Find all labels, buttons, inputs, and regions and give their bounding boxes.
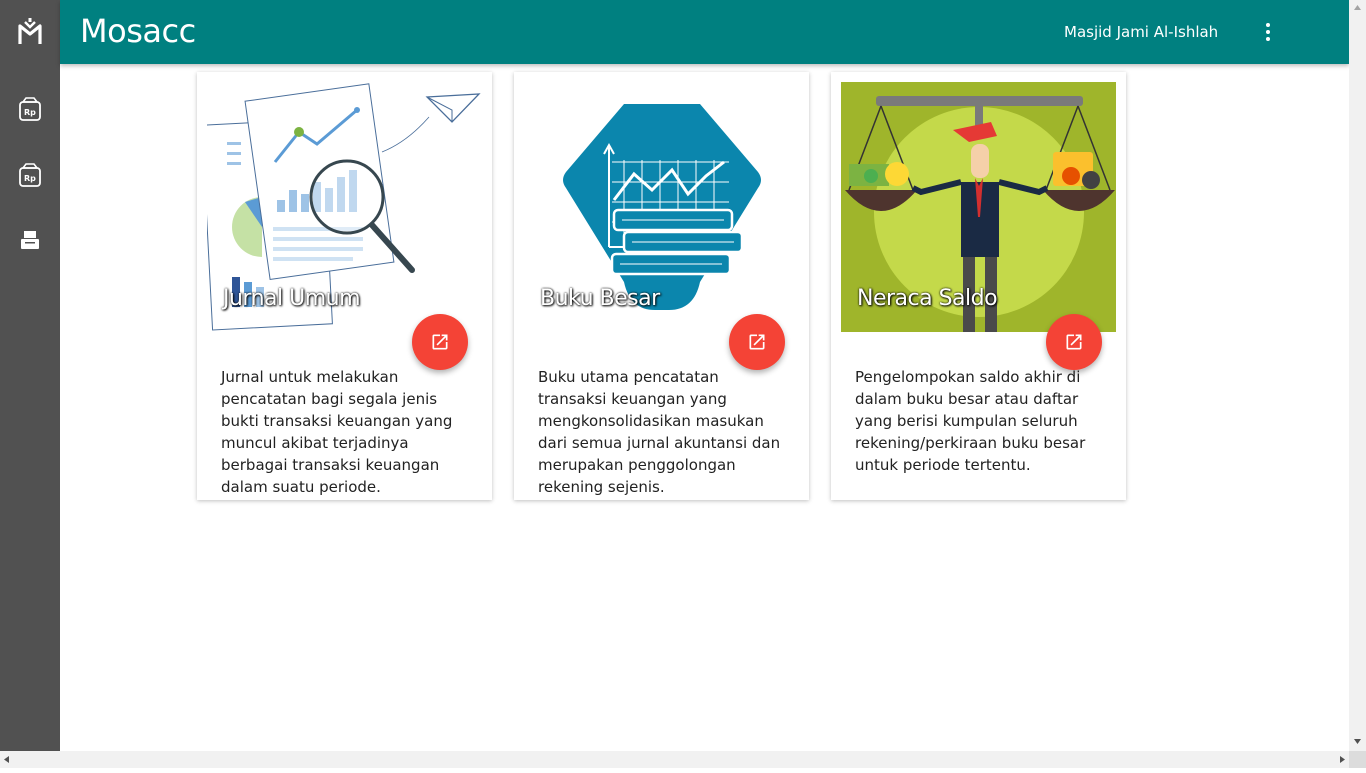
card-description: Buku utama pencatatan transaksi keuangan… [538, 368, 781, 496]
open-in-new-icon[interactable] [1046, 314, 1102, 370]
bag-money-icon[interactable]: Rp [16, 95, 44, 123]
svg-text:Rp: Rp [24, 108, 36, 117]
app-title: Mosacc [80, 12, 196, 50]
organization-name[interactable]: Masjid Jami Al-Ishlah [1064, 23, 1218, 41]
card-jurnal-umum: Jurnal Umum Jurnal untuk melakukan penca… [197, 72, 492, 500]
card-neraca-saldo: Neraca Saldo Pengelompokan saldo akhir d… [831, 72, 1126, 500]
bag-money-icon[interactable]: Rp [16, 161, 44, 189]
card-description: Jurnal untuk melakukan pencatatan bagi s… [221, 368, 453, 496]
scrollbar-corner [1349, 751, 1366, 768]
card-title: Buku Besar [540, 286, 660, 311]
svg-text:Rp: Rp [24, 174, 36, 183]
card-description: Pengelompokan saldo akhir di dalam buku … [855, 368, 1086, 474]
open-in-new-icon[interactable] [412, 314, 468, 370]
card-title: Neraca Saldo [857, 286, 998, 311]
open-in-new-icon[interactable] [729, 314, 785, 370]
logo-icon[interactable] [16, 18, 44, 46]
card-title: Jurnal Umum [223, 286, 361, 311]
printer-icon[interactable] [16, 226, 44, 254]
sidebar: Rp Rp [0, 0, 60, 751]
top-app-bar: Mosacc Masjid Jami Al-Ishlah [60, 0, 1349, 64]
vertical-scrollbar[interactable] [1349, 0, 1366, 751]
horizontal-scrollbar[interactable] [0, 751, 1349, 768]
card-buku-besar: Buku Besar Buku utama pencatatan transak… [514, 72, 809, 500]
more-vert-icon[interactable] [1256, 20, 1280, 44]
